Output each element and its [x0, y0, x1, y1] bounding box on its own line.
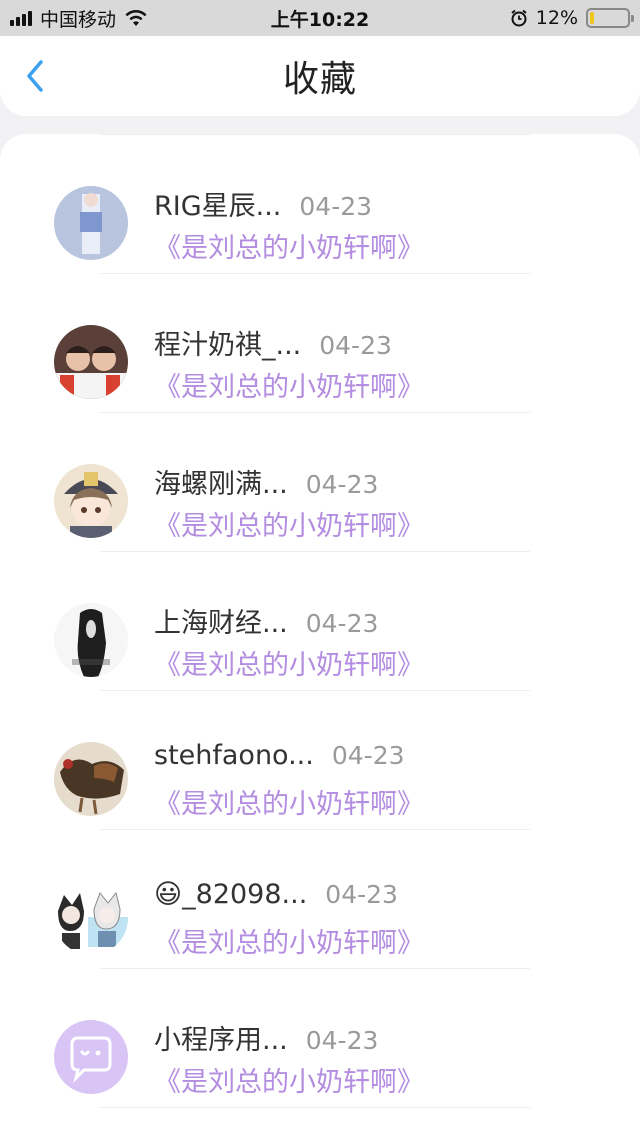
item-header: 海螺刚满... 04-23: [154, 462, 378, 501]
status-left: 中国移动: [10, 5, 148, 32]
page-title: 收藏: [282, 59, 357, 100]
item-name: 程汁奶祺_...: [154, 330, 302, 361]
item-date: 04-23: [331, 741, 405, 770]
list-item[interactable]: 😃_82098... 04-23 《是刘总的小奶轩啊》: [0, 829, 640, 968]
wifi-icon: [125, 10, 147, 26]
item-subtitle: 《是刘总的小奶轩啊》: [154, 511, 424, 542]
list-item[interactable]: 上海财经... 04-23 《是刘总的小奶轩啊》: [0, 551, 640, 690]
battery-level: [590, 12, 595, 24]
divider: [100, 551, 530, 552]
signal-icon: [10, 10, 32, 26]
item-header: 上海财经... 04-23: [154, 601, 378, 640]
item-subtitle: 《是刘总的小奶轩啊》: [154, 1067, 424, 1098]
item-subtitle: 《是刘总的小奶轩啊》: [154, 372, 424, 403]
item-subtitle: 《是刘总的小奶轩啊》: [154, 233, 424, 264]
avatar: [54, 1020, 128, 1094]
item-date: 04-23: [305, 1026, 379, 1055]
item-header: RIG星辰... 04-23: [154, 184, 372, 223]
list-item[interactable]: 程汁奶祺_... 04-23 《是刘总的小奶轩啊》: [0, 273, 640, 412]
item-header: 程汁奶祺_... 04-23: [154, 323, 392, 362]
avatar: [54, 881, 128, 955]
chevron-left-icon: [27, 60, 43, 92]
item-date: 04-23: [305, 609, 379, 638]
item-subtitle: 《是刘总的小奶轩啊》: [154, 650, 424, 681]
divider: [100, 412, 530, 413]
item-name: 😃_82098...: [154, 879, 308, 910]
item-date: 04-23: [325, 880, 398, 909]
item-name: RIG星辰...: [154, 191, 282, 222]
item-name: stehfaono...: [154, 740, 314, 771]
list-item[interactable]: stehfaono... 04-23 《是刘总的小奶轩啊》: [0, 690, 640, 829]
item-name: 海螺刚满...: [154, 469, 288, 500]
item-header: 😃_82098... 04-23: [154, 879, 398, 910]
divider: [100, 829, 530, 830]
list-item[interactable]: 小程序用... 04-23 《是刘总的小奶轩啊》: [0, 968, 640, 1107]
avatar: [54, 464, 128, 538]
divider: [100, 690, 530, 691]
item-subtitle: 《是刘总的小奶轩啊》: [154, 928, 424, 959]
item-header: 小程序用... 04-23: [154, 1018, 378, 1057]
divider: [100, 968, 530, 969]
divider: [100, 1107, 530, 1108]
back-button[interactable]: [20, 58, 50, 94]
status-bar: 中国移动 上午10:22 12%: [0, 0, 640, 36]
item-date: 04-23: [305, 470, 379, 499]
avatar: [54, 603, 128, 677]
list-item[interactable]: RIG星辰... 04-23 《是刘总的小奶轩啊》: [0, 134, 640, 273]
item-date: 04-23: [319, 331, 392, 360]
chat-bubble-icon: [54, 1020, 128, 1094]
avatar: [54, 325, 128, 399]
item-name: 上海财经...: [154, 608, 288, 639]
avatar: [54, 186, 128, 260]
carrier-label: 中国移动: [40, 8, 117, 31]
list-item[interactable]: 海螺刚满... 04-23 《是刘总的小奶轩啊》: [0, 412, 640, 551]
alarm-icon: [511, 9, 527, 27]
battery-percent: 12%: [535, 7, 578, 29]
item-date: 04-23: [299, 192, 373, 221]
item-subtitle: 《是刘总的小奶轩啊》: [154, 789, 424, 820]
divider: [100, 273, 530, 274]
item-header: stehfaono... 04-23: [154, 740, 405, 771]
status-right: 12%: [510, 7, 634, 29]
item-name: 小程序用...: [154, 1025, 288, 1056]
favorites-list: RIG星辰... 04-23 《是刘总的小奶轩啊》 程汁奶祺_... 04-23…: [0, 134, 640, 1139]
nav-bar: 收藏: [0, 36, 640, 116]
divider: [100, 134, 530, 135]
avatar: [54, 742, 128, 816]
battery-icon: [586, 8, 634, 28]
